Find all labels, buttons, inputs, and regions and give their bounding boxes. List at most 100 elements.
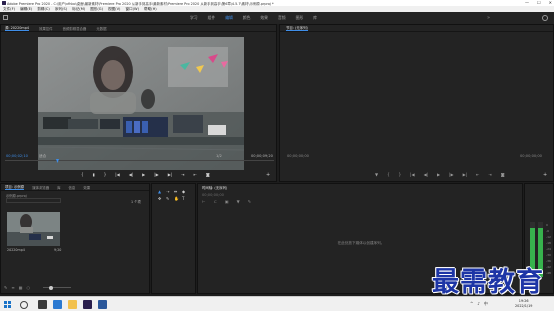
timeline-settings-icon[interactable]: ✎	[248, 199, 251, 204]
menu-edit[interactable]: 编辑(E)	[20, 7, 32, 12]
program-mark-in-button[interactable]: {	[387, 172, 390, 177]
menu-view[interactable]: 视图(V)	[108, 7, 120, 12]
clip-thumbnail[interactable]	[7, 212, 60, 246]
program-panel-tabs: 节目: (无序列)	[280, 25, 553, 32]
menu-marker[interactable]: 标记(M)	[72, 7, 85, 12]
go-to-in-button[interactable]: |◀	[115, 172, 119, 177]
program-step-forward-button[interactable]: |▶	[449, 172, 453, 177]
go-to-out-button[interactable]: ▶|	[168, 172, 172, 177]
workspace-tab-editing[interactable]: 编辑	[225, 15, 233, 21]
program-step-back-button[interactable]: ◀|	[424, 172, 428, 177]
thumbnail-size-slider[interactable]	[43, 287, 71, 288]
workspace-more-button[interactable]: »	[487, 15, 490, 21]
selection-tool-icon[interactable]: ▲	[158, 189, 166, 194]
windows-start-icon[interactable]	[4, 301, 11, 308]
lift-button[interactable]: ⇤	[476, 172, 479, 177]
menu-clip[interactable]: 剪辑(C)	[37, 7, 50, 12]
tab-info[interactable]: 信息	[69, 185, 76, 190]
workspace-tab-libraries[interactable]: 库	[313, 15, 317, 21]
list-view-icon[interactable]: ≡	[11, 285, 14, 290]
workspace-tab-color[interactable]: 颜色	[243, 15, 251, 21]
taskbar-search-icon[interactable]	[20, 300, 28, 309]
tab-project[interactable]: 项目: 示例原	[5, 184, 25, 190]
snap-icon[interactable]: ⊂	[213, 199, 216, 204]
workspace-tab-graphics[interactable]: 图形	[296, 15, 304, 21]
tab-effects[interactable]: 效果	[83, 185, 90, 190]
linked-selection-icon[interactable]: ▣	[225, 199, 229, 204]
project-panel: 项目: 示例原 媒体浏览器 库 信息 效果 示例原.prproj 1 个项 20…	[0, 183, 150, 294]
add-marker-icon[interactable]: ▼	[237, 199, 240, 204]
source-time-ruler[interactable]	[5, 160, 274, 166]
premiere-app-icon	[2, 1, 6, 5]
menu-help[interactable]: 帮助(H)	[144, 7, 157, 12]
thumbnail-size-slider-knob[interactable]	[49, 285, 53, 290]
workspace-tab-assembly[interactable]: 组件	[208, 15, 216, 21]
source-button-editor[interactable]: +	[266, 172, 270, 178]
tray-chevron-icon[interactable]: ^	[470, 301, 473, 307]
watermark-logo: 最需教育	[432, 267, 544, 298]
tab-media-browser[interactable]: 媒体浏览器	[32, 185, 49, 190]
type-tool-icon[interactable]: T	[182, 196, 190, 201]
tab-effect-controls[interactable]: 效果控件	[39, 26, 53, 31]
program-go-to-out-button[interactable]: ▶|	[463, 172, 467, 177]
program-export-frame-button[interactable]: ◙	[501, 172, 505, 177]
razor-tool-icon[interactable]: ◆	[182, 189, 190, 194]
search-icon[interactable]	[542, 15, 548, 21]
play-button[interactable]: ▶	[142, 172, 145, 177]
source-current-timecode[interactable]: 00;00;02;10	[6, 154, 28, 158]
program-current-timecode[interactable]: 00;00;00;00	[287, 154, 309, 158]
icon-view-icon[interactable]: ▦	[19, 285, 23, 290]
freeform-view-icon[interactable]: ○	[27, 285, 31, 290]
source-video-frame[interactable]	[38, 37, 244, 170]
tab-source[interactable]: 源: 20220mp4	[5, 25, 30, 31]
pen-tool-icon[interactable]: ✎	[166, 196, 174, 201]
tools-grid: ▲ ⇢ ⇹ ◆ ✥ ✎ ✋ T	[158, 189, 190, 201]
add-marker-button[interactable]: ▮	[93, 172, 95, 177]
task-view-icon[interactable]	[38, 300, 47, 309]
slip-tool-icon[interactable]: ✥	[158, 196, 166, 201]
export-frame-button[interactable]: ◙	[206, 172, 210, 177]
hand-tool-icon[interactable]: ✋	[174, 196, 182, 201]
step-forward-button[interactable]: |▶	[154, 172, 158, 177]
menu-window[interactable]: 窗口(W)	[125, 7, 139, 12]
menu-file[interactable]: 文件(F)	[3, 7, 15, 12]
edge-icon[interactable]	[53, 300, 62, 309]
source-resolution-dropdown[interactable]: 1/2	[216, 154, 222, 158]
mark-in-button[interactable]: {	[81, 172, 84, 177]
menu-sequence[interactable]: 序列(S)	[55, 7, 67, 12]
source-fit-dropdown[interactable]: 适合	[39, 154, 46, 159]
extract-button[interactable]: ⇥	[488, 172, 491, 177]
pencil-icon[interactable]: ✎	[4, 285, 7, 290]
program-play-button[interactable]: ▶	[437, 172, 440, 177]
ime-indicator[interactable]: 中	[484, 301, 488, 307]
tab-program[interactable]: 节目: (无序列)	[286, 25, 308, 31]
clip-name[interactable]: 20220mp4	[7, 248, 25, 252]
tab-metadata[interactable]: 元数据	[96, 26, 106, 31]
volume-icon[interactable]: ♪	[477, 301, 480, 307]
folder-icon[interactable]	[68, 300, 77, 309]
mark-out-button[interactable]: }	[104, 172, 107, 177]
workspace-tab-effects[interactable]: 效果	[260, 15, 268, 21]
program-mark-out-button[interactable]: }	[399, 172, 402, 177]
tab-libraries[interactable]: 库	[57, 185, 60, 190]
workspace-tab-learn[interactable]: 学习	[190, 15, 198, 21]
workspace-tab-audio[interactable]: 音频	[278, 15, 286, 21]
program-button-editor[interactable]: +	[543, 172, 547, 178]
tab-audio-clip-mixer[interactable]: 音频剪辑混合器	[63, 26, 87, 31]
menu-graphics[interactable]: 图形(G)	[90, 7, 103, 12]
insert-button[interactable]: ⇥	[181, 172, 184, 177]
overwrite-button[interactable]: ⇤	[193, 172, 196, 177]
timeline-timecode[interactable]: 00;00;00;00	[202, 193, 224, 197]
project-search-input[interactable]	[6, 198, 61, 203]
home-icon[interactable]	[3, 15, 8, 20]
program-go-to-in-button[interactable]: |◀	[410, 172, 414, 177]
track-select-tool-icon[interactable]: ⇢	[166, 189, 174, 194]
premiere-icon[interactable]	[83, 300, 92, 309]
program-add-marker-button[interactable]: ▼	[375, 172, 378, 177]
step-back-button[interactable]: ◀|	[129, 172, 133, 177]
tab-timeline[interactable]: 时间轴: (无序列)	[202, 185, 227, 190]
word-icon[interactable]	[98, 300, 107, 309]
taskbar-clock[interactable]: 19:26 2022/1/19	[515, 299, 532, 309]
nest-icon[interactable]: ⊢	[202, 199, 205, 204]
ripple-edit-tool-icon[interactable]: ⇹	[174, 189, 182, 194]
